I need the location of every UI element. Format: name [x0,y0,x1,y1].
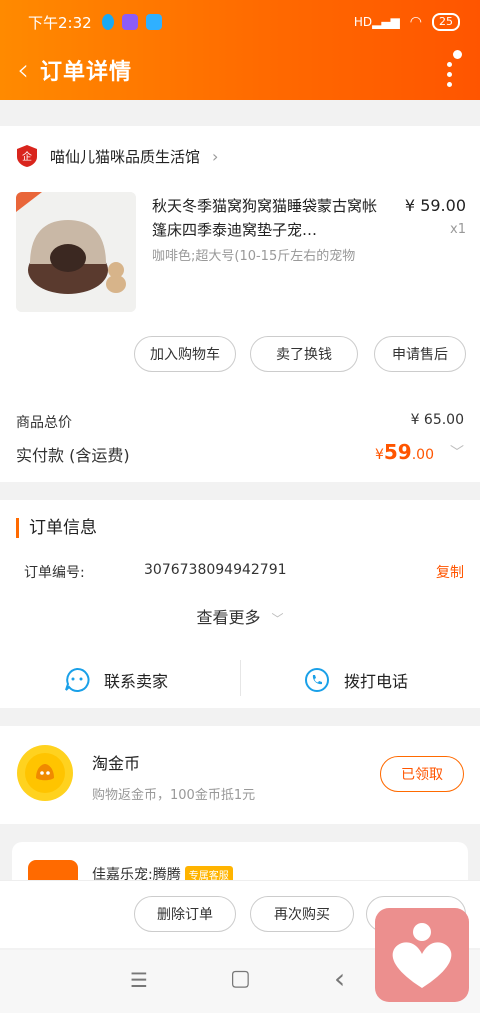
coin-subtitle: 购物返金币，100金币抵1元 [92,788,256,803]
paid-amount: ¥59.00 [375,440,434,464]
home-icon[interactable]: ▢ [230,966,251,991]
chevron-down-icon: ﹀ [271,612,284,626]
section-title: 订单信息 [16,518,97,538]
battery-icon: 25 [432,13,460,31]
floating-heart-button[interactable] [375,908,469,1002]
product-title[interactable]: 秋天冬季猫窝狗窝猫睡袋蒙古窝帐篷床四季泰迪窝垫子宠… [152,194,384,242]
coin-title: 淘金币 [92,754,141,773]
divider [240,660,241,696]
svg-text:企: 企 [22,150,32,163]
call-phone-label: 拨打电话 [344,672,409,691]
navbar: ‹ 订单详情 [0,46,480,94]
product-quantity: x1 [450,222,466,237]
store-logo-icon: 企 [17,145,37,167]
goods-total-label: 商品总价 [16,415,72,431]
phone-icon [305,668,329,692]
contact-seller-label: 联系卖家 [104,672,169,691]
chevron-down-icon[interactable]: ﹀ [450,442,464,462]
product-price: ¥ 59.00 [404,196,466,215]
wifi-icon: ◠ [409,14,422,30]
notification-dot [453,50,462,59]
order-number-label: 订单编号: [24,565,85,581]
chat-icon [65,667,90,692]
back-nav-icon[interactable]: ‹ [334,962,345,995]
claimed-button[interactable]: 已领取 [380,756,464,792]
paid-currency: ¥ [374,447,384,463]
goods-total-value: ¥ 65.00 [410,412,464,428]
video-app-icon [121,14,138,30]
paid-integer: 59 [383,440,412,464]
paid-label: 实付款 (含运费) [16,446,130,465]
resell-button[interactable]: 卖了换钱 [250,336,358,372]
contact-seller-button[interactable]: 联系卖家 [64,660,168,700]
product-image[interactable] [16,192,136,312]
app-icon [145,14,162,30]
see-more-button[interactable]: 查看更多 ﹀ [0,604,480,628]
after-sale-button[interactable]: 申请售后 [374,336,466,372]
status-bar: 下午2:32 HD▂▄▆ ◠ 25 [0,0,480,44]
rebuy-button[interactable]: 再次购买 [250,896,354,932]
product-sku: 咖啡色;超大号(10-15斤左右的宠物 [152,249,356,264]
paid-decimal: .00 [411,447,434,463]
header: 下午2:32 HD▂▄▆ ◠ 25 ‹ 订单详情 [0,0,480,100]
call-phone-button[interactable]: 拨打电话 [304,660,408,700]
heart-icon [392,923,452,988]
menu-icon[interactable]: ☰ [130,968,148,992]
notification-icon [101,14,114,30]
signal-icon: HD▂▄▆ [353,15,400,29]
status-time: 下午2:32 [28,13,92,32]
store-name: 喵仙儿猫咪品质生活馆 [50,147,201,166]
chevron-right-icon: › [212,146,219,166]
gold-coin-icon [17,745,73,801]
delete-order-button[interactable]: 删除订单 [134,896,236,932]
store-row[interactable]: 企 喵仙儿猫咪品质生活馆 › [16,144,218,168]
page-title: 订单详情 [40,60,133,85]
see-more-label: 查看更多 [196,608,261,627]
back-icon[interactable]: ‹ [6,46,40,94]
copy-button[interactable]: 复制 [436,562,464,582]
add-to-cart-button[interactable]: 加入购物车 [134,336,236,372]
more-icon[interactable] [438,50,462,90]
order-number: 3076738094942791 [144,562,287,578]
